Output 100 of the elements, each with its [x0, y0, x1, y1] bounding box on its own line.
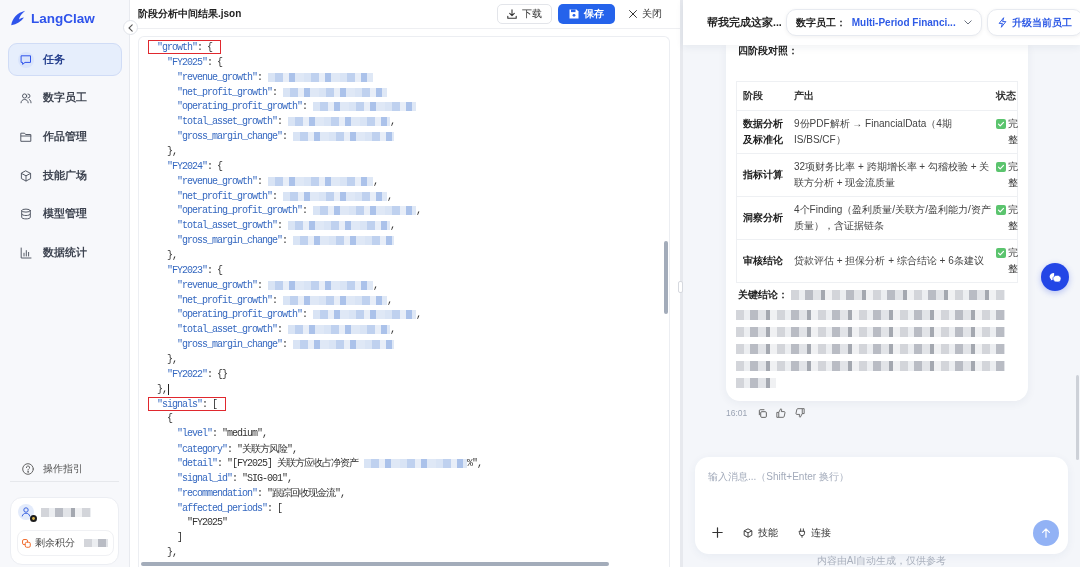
thumbs-up-icon[interactable]: [776, 408, 787, 418]
code-text: "detail": "[FY2025] 关联方应收占净资产: [177, 456, 359, 471]
code-text: "total_asset_growth":: [177, 116, 283, 128]
chat-float-button[interactable]: [1041, 263, 1069, 291]
folder-icon: [20, 130, 32, 143]
save-button[interactable]: 保存: [558, 4, 615, 24]
nav-item[interactable]: 技能广场: [8, 159, 122, 193]
horizontal-scrollbar[interactable]: [141, 562, 609, 566]
code-text: "total_asset_growth":: [177, 324, 283, 336]
table-cell: 洞察分析: [736, 196, 788, 240]
code-text: },: [167, 547, 177, 559]
code-text: "growth": {: [157, 41, 213, 53]
help-link[interactable]: 操作指引: [0, 458, 83, 480]
bar-chart-icon: [20, 246, 32, 259]
code-text: ,: [416, 309, 422, 321]
code-text: "total_asset_growth":: [177, 220, 283, 232]
coins-icon: [22, 538, 31, 548]
message-box[interactable]: 输入消息...（Shift+Enter 换行） 技能 连接: [695, 457, 1068, 554]
code-text: "gross_margin_change":: [177, 235, 288, 247]
close-icon: [629, 10, 637, 18]
table-cell: 指标计算: [736, 153, 788, 197]
code-text: "affected_periods": [: [177, 502, 283, 514]
code-text: "net_profit_growth":: [177, 294, 278, 306]
code-text: "FY2023": {: [167, 264, 223, 276]
check-icon: [995, 205, 1006, 215]
status-text: 完整: [1007, 246, 1018, 276]
code-text: "FY2025": [187, 517, 227, 529]
logo-icon: [10, 10, 26, 26]
status-text: 完整: [1007, 160, 1018, 190]
employee-selector[interactable]: 数字员工： Multi-Period Financi...: [785, 9, 982, 36]
task-title: 帮我完成这家...: [707, 15, 782, 30]
code-text: "operating_profit_growth":: [177, 205, 308, 217]
resize-handle[interactable]: [678, 281, 683, 293]
code-text: %",: [467, 458, 483, 469]
tool-button[interactable]: 连接: [798, 525, 831, 540]
code-text: "net_profit_growth":: [177, 86, 278, 98]
check-icon: [995, 162, 1006, 172]
vertical-scrollbar[interactable]: [664, 241, 668, 314]
code-text: "gross_margin_change":: [177, 131, 288, 143]
nav-item[interactable]: 模型管理: [8, 197, 122, 231]
code-text: "gross_margin_change":: [177, 339, 288, 351]
help-icon: [22, 463, 34, 475]
chevron-down-icon: [963, 20, 972, 25]
check-icon: [995, 248, 1006, 258]
nav-item[interactable]: 数据统计: [8, 236, 122, 270]
code-text: ,: [373, 175, 379, 187]
code-text: "FY2024": {: [167, 160, 223, 172]
code-text: "revenue_growth":: [177, 175, 263, 187]
message-input[interactable]: 输入消息...（Shift+Enter 换行）: [708, 467, 1059, 519]
code-text: ,: [373, 279, 379, 291]
table-cell: 32项财务比率 + 跨期增长率 + 勾稽校验 + 关联方分析 + 现金流质量: [788, 153, 995, 197]
disclaimer-text: 内容由AI自动生成，仅供参考: [815, 554, 948, 567]
code-text: },: [167, 249, 177, 261]
status-text: 完整: [1007, 117, 1018, 147]
thumbs-down-icon[interactable]: [795, 408, 806, 418]
table-cell: 9份PDF解析 → FinancialData（4期 IS/BS/CF）: [788, 110, 995, 154]
column-header: 产出: [788, 81, 995, 111]
status-text: 完整: [1007, 203, 1018, 233]
code-text: },: [167, 145, 177, 157]
file-title: 阶段分析中间结果.json: [138, 7, 243, 21]
copy-icon[interactable]: [758, 408, 768, 418]
save-icon: [569, 9, 579, 19]
code-text: "category": "关联方风险",: [177, 442, 298, 456]
code-text: "net_profit_growth":: [177, 190, 278, 202]
column-header: 状态: [994, 81, 1018, 111]
table-cell: 贷款评估 + 担保分析 + 综合结论 + 6条建议: [788, 239, 995, 283]
code-text: ,: [416, 205, 422, 217]
code-text: ,: [390, 324, 396, 336]
check-icon: [995, 119, 1006, 129]
code-text: },: [157, 383, 167, 395]
nav-item[interactable]: 任务: [8, 43, 122, 76]
code-text: {: [167, 413, 172, 425]
code-text: "signals": [: [157, 398, 218, 410]
plus-icon[interactable]: [712, 527, 723, 538]
cube-icon: [743, 527, 753, 538]
code-text: "FY2025": {: [167, 56, 223, 68]
tool-button[interactable]: 技能: [743, 525, 778, 540]
cube-icon: [20, 169, 32, 182]
download-button[interactable]: 下载: [497, 4, 552, 24]
nav-item[interactable]: 数字员工: [8, 81, 122, 115]
chevron-left-icon: [128, 23, 133, 32]
close-button[interactable]: 关闭: [621, 4, 666, 24]
database-icon: [20, 208, 32, 221]
code-text: ]: [177, 532, 182, 544]
code-text: ,: [390, 220, 396, 232]
vertical-scrollbar[interactable]: [1076, 375, 1079, 460]
plug-icon: [798, 527, 806, 538]
column-header: 阶段: [736, 81, 788, 111]
upgrade-button[interactable]: 升级当前员工: [986, 9, 1080, 36]
code-text: ,: [387, 190, 393, 202]
lightning-icon: [997, 17, 1007, 28]
code-text: "operating_profit_growth":: [177, 101, 308, 113]
conclusion-label: 关键结论：: [738, 288, 788, 302]
nav-item[interactable]: 作品管理: [8, 120, 122, 154]
message-time: 16:01: [726, 408, 748, 418]
code-text: "operating_profit_growth":: [177, 309, 308, 321]
code-text: "level": "medium",: [177, 428, 268, 440]
code-text: ,: [390, 116, 396, 128]
code-text: ,: [387, 294, 393, 306]
code-text: "FY2022": {}: [167, 368, 228, 380]
